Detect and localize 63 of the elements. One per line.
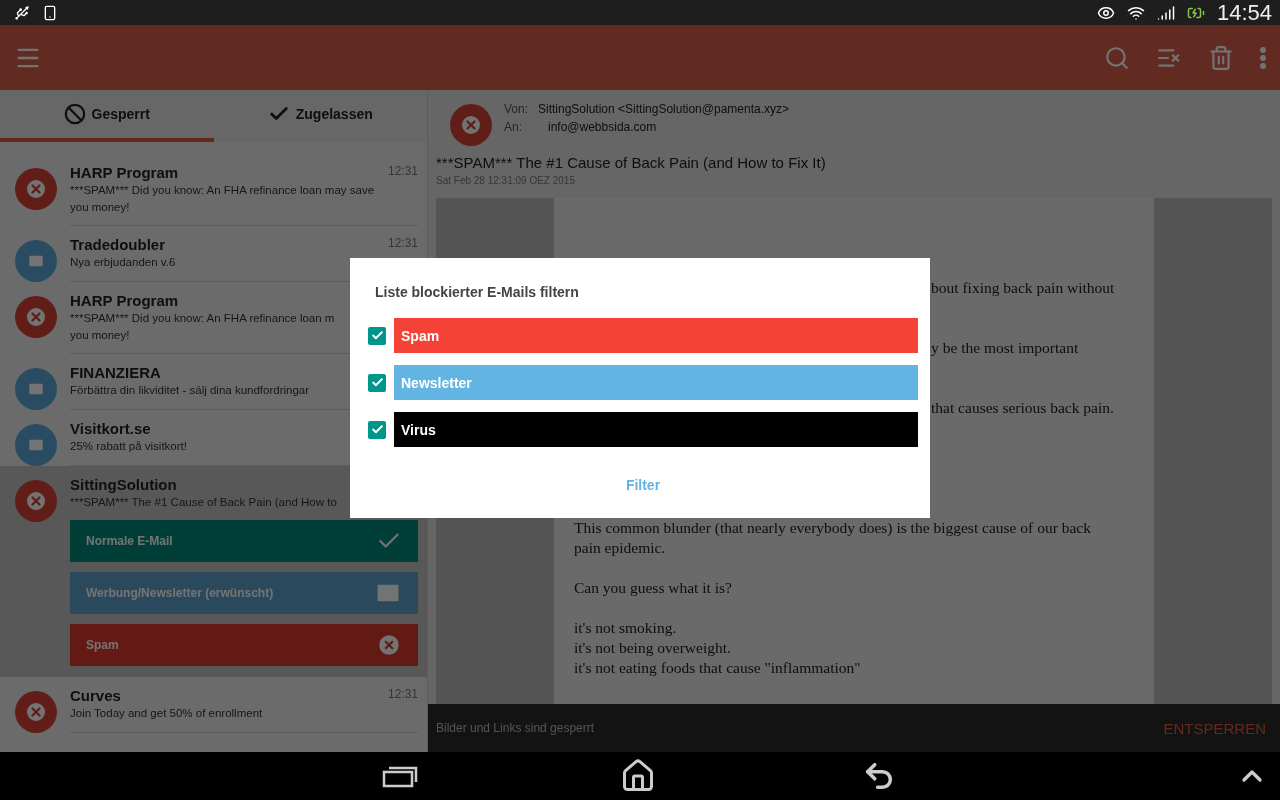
search-button[interactable] [1104, 44, 1130, 71]
message-preview: Join Today and get 50% of enrollment [70, 706, 263, 721]
sender-name: Visitkort.se [70, 420, 151, 437]
body-paragraph: it's not smoking. it's not being overweight. it's not eating foods that cause "inflammation" [574, 618, 862, 678]
signal-icon [1156, 3, 1175, 22]
message-preview: Förbättra din likviditet - sälj dina kundfordringar [70, 383, 310, 398]
classify-button[interactable]: Spam [70, 624, 418, 666]
tab[interactable]: Zugelassen [213, 90, 427, 142]
close-icon [376, 632, 402, 658]
message-preview: you money! [70, 328, 130, 343]
close-icon [27, 703, 45, 721]
close-icon [27, 180, 45, 198]
more-icon [1260, 46, 1266, 69]
search-icon [1104, 44, 1130, 71]
sender-name: HARP Program [70, 292, 179, 309]
check-icon [370, 329, 384, 342]
from-address: SittingSolution <SittingSolution@pamenta.xyz> [538, 102, 789, 116]
close-icon [462, 116, 480, 134]
filter-label: Newsletter [394, 365, 918, 400]
message-preview: Nya erbjudanden v.6 [70, 255, 176, 270]
usb-icon [14, 4, 30, 21]
sender-name: SittingSolution [70, 476, 177, 493]
close-icon [27, 308, 45, 326]
checkbox[interactable] [368, 326, 386, 345]
check-icon [370, 423, 384, 436]
email-subject: ***SPAM*** The #1 Cause of Back Pain (and How to Fix It) [435, 153, 827, 171]
sender-name: HARP Program [70, 164, 179, 181]
classify-button[interactable]: Werbung/Newsletter (erwünscht) [70, 572, 418, 614]
recent-apps-button[interactable] [382, 764, 418, 788]
close-icon [27, 492, 45, 510]
more-button[interactable] [1260, 46, 1266, 69]
filter-button[interactable]: Filter [613, 471, 673, 499]
blocked-icon [63, 103, 86, 125]
home-button[interactable] [620, 758, 656, 794]
sender-name: Tradedoubler [70, 236, 166, 253]
message-preview: 25% rabatt på visitkort! [70, 439, 187, 454]
clock-time: 14:54 [1216, 0, 1272, 26]
trash-icon [1208, 44, 1234, 71]
body-text: that causes serious back pain. [930, 398, 1115, 418]
to-label: An: [504, 120, 523, 134]
classify-button[interactable]: Normale E-Mail [70, 520, 418, 562]
delete-button[interactable] [1208, 44, 1234, 71]
body-text: y be the most important [930, 338, 1080, 358]
check-icon [370, 376, 384, 389]
checkbox[interactable] [368, 420, 386, 439]
message-preview: ***SPAM*** Did you know: An FHA refinance loan m [70, 311, 335, 326]
tab[interactable]: Gesperrt [0, 90, 214, 142]
body-paragraph: Can you guess what it is? [574, 578, 733, 598]
message-preview: you money! [70, 200, 130, 215]
body-paragraph: This common blunder (that nearly everybody does) is the biggest cause of our back pain epidemic. [574, 518, 1092, 558]
filter-label: Spam [394, 318, 918, 353]
message-preview: ***SPAM*** The #1 Cause of Back Pain (and How to [70, 495, 337, 510]
message-preview: ***SPAM*** Did you know: An FHA refinance loan may save [70, 183, 375, 198]
selected-message-row[interactable]: SittingSolution ***SPAM*** The #1 Cause of Back Pain (and How to Normale E-Mail Werbung/Newsletter (erwünscht) Spam [0, 466, 427, 677]
recent-apps-icon [382, 764, 418, 788]
from-label: Von: [504, 102, 530, 116]
checkbox[interactable] [368, 373, 386, 392]
to-address: info@webbsida.com [547, 120, 658, 134]
blocked-notice: Bilder und Links sind gesperrt [436, 721, 595, 735]
home-icon [620, 758, 656, 794]
sender-name: FINANZIERA [70, 364, 161, 381]
filter-label: Virus [394, 412, 918, 447]
sender-name: Curves [70, 687, 121, 704]
